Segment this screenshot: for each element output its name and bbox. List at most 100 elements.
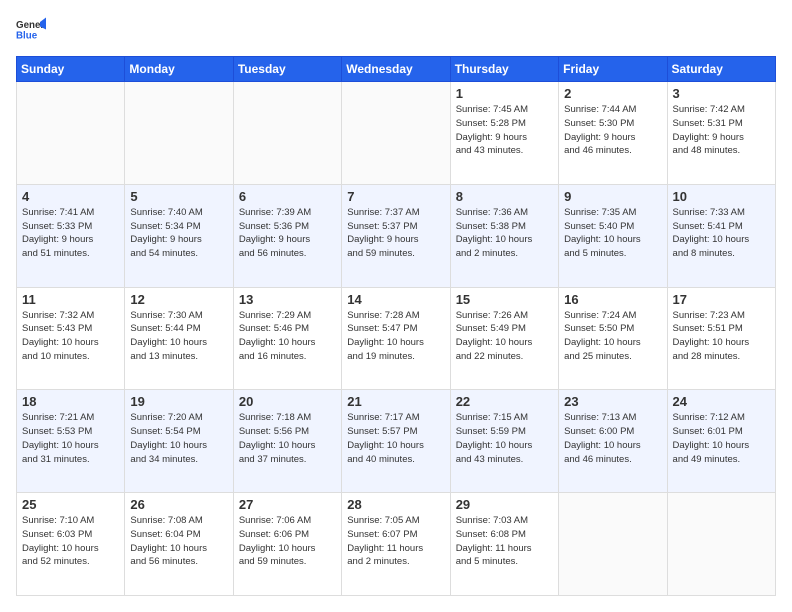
- week-row-3: 11 Sunrise: 7:32 AM Sunset: 5:43 PM Dayli…: [17, 287, 776, 390]
- week-row-5: 25 Sunrise: 7:10 AM Sunset: 6:03 PM Dayli…: [17, 493, 776, 596]
- calendar-cell: 23 Sunrise: 7:13 AM Sunset: 6:00 PM Dayli…: [559, 390, 667, 493]
- day-info: Sunrise: 7:41 AM Sunset: 5:33 PM Dayligh…: [22, 206, 119, 261]
- day-number: 19: [130, 394, 227, 409]
- day-number: 27: [239, 497, 336, 512]
- calendar-cell: 11 Sunrise: 7:32 AM Sunset: 5:43 PM Dayli…: [17, 287, 125, 390]
- weekday-header-thursday: Thursday: [450, 57, 558, 82]
- day-info: Sunrise: 7:30 AM Sunset: 5:44 PM Dayligh…: [130, 309, 227, 364]
- calendar-cell: 5 Sunrise: 7:40 AM Sunset: 5:34 PM Daylig…: [125, 184, 233, 287]
- day-info: Sunrise: 7:12 AM Sunset: 6:01 PM Dayligh…: [673, 411, 770, 466]
- day-info: Sunrise: 7:03 AM Sunset: 6:08 PM Dayligh…: [456, 514, 553, 569]
- day-info: Sunrise: 7:37 AM Sunset: 5:37 PM Dayligh…: [347, 206, 444, 261]
- day-info: Sunrise: 7:24 AM Sunset: 5:50 PM Dayligh…: [564, 309, 661, 364]
- day-info: Sunrise: 7:21 AM Sunset: 5:53 PM Dayligh…: [22, 411, 119, 466]
- logo-icon: General Blue: [16, 16, 46, 46]
- calendar-cell: [342, 82, 450, 185]
- day-number: 29: [456, 497, 553, 512]
- day-info: Sunrise: 7:40 AM Sunset: 5:34 PM Dayligh…: [130, 206, 227, 261]
- calendar-cell: 6Sunrise: 7:39 AM Sunset: 5:36 PM Daylig…: [233, 184, 341, 287]
- calendar: SundayMondayTuesdayWednesdayThursdayFrid…: [16, 56, 776, 596]
- day-info: Sunrise: 7:29 AM Sunset: 5:46 PM Dayligh…: [239, 309, 336, 364]
- day-info: Sunrise: 7:45 AM Sunset: 5:28 PM Dayligh…: [456, 103, 553, 158]
- calendar-cell: 16 Sunrise: 7:24 AM Sunset: 5:50 PM Dayli…: [559, 287, 667, 390]
- day-info: Sunrise: 7:36 AM Sunset: 5:38 PM Dayligh…: [456, 206, 553, 261]
- day-info: Sunrise: 7:06 AM Sunset: 6:06 PM Dayligh…: [239, 514, 336, 569]
- svg-text:Blue: Blue: [16, 31, 38, 42]
- day-info: Sunrise: 7:33 AM Sunset: 5:41 PM Dayligh…: [673, 206, 770, 261]
- day-number: 14: [347, 292, 444, 307]
- calendar-cell: [17, 82, 125, 185]
- week-row-1: 1 Sunrise: 7:45 AM Sunset: 5:28 PM Daylig…: [17, 82, 776, 185]
- day-info: Sunrise: 7:15 AM Sunset: 5:59 PM Dayligh…: [456, 411, 553, 466]
- day-number: 9: [564, 189, 661, 204]
- day-info: Sunrise: 7:18 AM Sunset: 5:56 PM Dayligh…: [239, 411, 336, 466]
- calendar-cell: 8 Sunrise: 7:36 AM Sunset: 5:38 PM Daylig…: [450, 184, 558, 287]
- logo: General Blue: [16, 16, 46, 46]
- weekday-header-saturday: Saturday: [667, 57, 775, 82]
- weekday-header-friday: Friday: [559, 57, 667, 82]
- day-number: 1: [456, 86, 553, 101]
- calendar-cell: 21 Sunrise: 7:17 AM Sunset: 5:57 PM Dayli…: [342, 390, 450, 493]
- calendar-cell: [125, 82, 233, 185]
- header: General Blue: [16, 16, 776, 46]
- day-info: Sunrise: 7:10 AM Sunset: 6:03 PM Dayligh…: [22, 514, 119, 569]
- day-number: 6: [239, 189, 336, 204]
- day-number: 23: [564, 394, 661, 409]
- day-number: 10: [673, 189, 770, 204]
- calendar-cell: 13 Sunrise: 7:29 AM Sunset: 5:46 PM Dayli…: [233, 287, 341, 390]
- calendar-cell: 7Sunrise: 7:37 AM Sunset: 5:37 PM Daylig…: [342, 184, 450, 287]
- calendar-cell: [667, 493, 775, 596]
- calendar-cell: 18 Sunrise: 7:21 AM Sunset: 5:53 PM Dayli…: [17, 390, 125, 493]
- week-row-4: 18 Sunrise: 7:21 AM Sunset: 5:53 PM Dayli…: [17, 390, 776, 493]
- day-number: 15: [456, 292, 553, 307]
- day-info: Sunrise: 7:20 AM Sunset: 5:54 PM Dayligh…: [130, 411, 227, 466]
- calendar-cell: 17Sunrise: 7:23 AM Sunset: 5:51 PM Dayli…: [667, 287, 775, 390]
- day-number: 3: [673, 86, 770, 101]
- calendar-cell: 2 Sunrise: 7:44 AM Sunset: 5:30 PM Daylig…: [559, 82, 667, 185]
- weekday-header-tuesday: Tuesday: [233, 57, 341, 82]
- day-number: 17: [673, 292, 770, 307]
- day-number: 4: [22, 189, 119, 204]
- calendar-cell: 10 Sunrise: 7:33 AM Sunset: 5:41 PM Dayli…: [667, 184, 775, 287]
- day-number: 18: [22, 394, 119, 409]
- day-info: Sunrise: 7:28 AM Sunset: 5:47 PM Dayligh…: [347, 309, 444, 364]
- calendar-cell: 3Sunrise: 7:42 AM Sunset: 5:31 PM Daylig…: [667, 82, 775, 185]
- day-number: 13: [239, 292, 336, 307]
- day-number: 2: [564, 86, 661, 101]
- day-info: Sunrise: 7:17 AM Sunset: 5:57 PM Dayligh…: [347, 411, 444, 466]
- weekday-header-monday: Monday: [125, 57, 233, 82]
- calendar-cell: 15 Sunrise: 7:26 AM Sunset: 5:49 PM Dayli…: [450, 287, 558, 390]
- day-info: Sunrise: 7:26 AM Sunset: 5:49 PM Dayligh…: [456, 309, 553, 364]
- calendar-cell: 28 Sunrise: 7:05 AM Sunset: 6:07 PM Dayli…: [342, 493, 450, 596]
- day-number: 22: [456, 394, 553, 409]
- calendar-cell: 20 Sunrise: 7:18 AM Sunset: 5:56 PM Dayli…: [233, 390, 341, 493]
- calendar-cell: 29 Sunrise: 7:03 AM Sunset: 6:08 PM Dayli…: [450, 493, 558, 596]
- calendar-cell: 4 Sunrise: 7:41 AM Sunset: 5:33 PM Daylig…: [17, 184, 125, 287]
- day-info: Sunrise: 7:05 AM Sunset: 6:07 PM Dayligh…: [347, 514, 444, 569]
- calendar-cell: 19 Sunrise: 7:20 AM Sunset: 5:54 PM Dayli…: [125, 390, 233, 493]
- calendar-cell: 12Sunrise: 7:30 AM Sunset: 5:44 PM Dayli…: [125, 287, 233, 390]
- day-info: Sunrise: 7:32 AM Sunset: 5:43 PM Dayligh…: [22, 309, 119, 364]
- calendar-cell: 24Sunrise: 7:12 AM Sunset: 6:01 PM Dayli…: [667, 390, 775, 493]
- day-info: Sunrise: 7:08 AM Sunset: 6:04 PM Dayligh…: [130, 514, 227, 569]
- day-number: 16: [564, 292, 661, 307]
- day-number: 11: [22, 292, 119, 307]
- calendar-cell: 22 Sunrise: 7:15 AM Sunset: 5:59 PM Dayli…: [450, 390, 558, 493]
- day-info: Sunrise: 7:35 AM Sunset: 5:40 PM Dayligh…: [564, 206, 661, 261]
- day-number: 5: [130, 189, 227, 204]
- calendar-cell: 26Sunrise: 7:08 AM Sunset: 6:04 PM Dayli…: [125, 493, 233, 596]
- calendar-cell: [559, 493, 667, 596]
- weekday-header-row: SundayMondayTuesdayWednesdayThursdayFrid…: [17, 57, 776, 82]
- calendar-cell: 25 Sunrise: 7:10 AM Sunset: 6:03 PM Dayli…: [17, 493, 125, 596]
- day-number: 25: [22, 497, 119, 512]
- day-info: Sunrise: 7:44 AM Sunset: 5:30 PM Dayligh…: [564, 103, 661, 158]
- page: General Blue SundayMondayTuesdayWednesda…: [0, 0, 792, 612]
- calendar-cell: [233, 82, 341, 185]
- calendar-cell: 27 Sunrise: 7:06 AM Sunset: 6:06 PM Dayli…: [233, 493, 341, 596]
- day-number: 21: [347, 394, 444, 409]
- day-number: 8: [456, 189, 553, 204]
- week-row-2: 4 Sunrise: 7:41 AM Sunset: 5:33 PM Daylig…: [17, 184, 776, 287]
- day-number: 28: [347, 497, 444, 512]
- day-number: 20: [239, 394, 336, 409]
- day-info: Sunrise: 7:13 AM Sunset: 6:00 PM Dayligh…: [564, 411, 661, 466]
